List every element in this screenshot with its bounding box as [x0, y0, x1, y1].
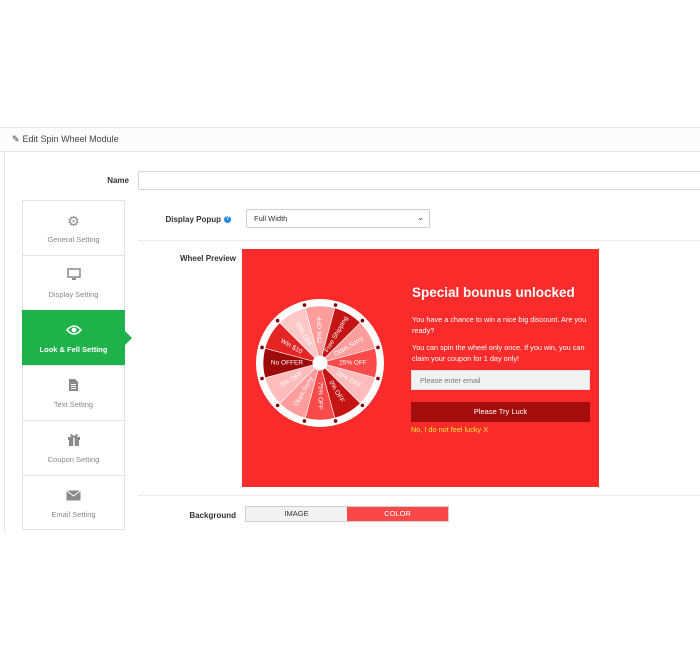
name-input[interactable]	[138, 171, 700, 190]
wheel-peg	[275, 403, 280, 408]
display-popup-value: Full Width	[254, 214, 288, 223]
background-color-option[interactable]: COLOR	[347, 507, 448, 521]
tab-label: Text Setting	[53, 400, 94, 409]
wheel-peg	[275, 318, 280, 323]
wheel-peg	[360, 403, 365, 408]
wheel-peg	[333, 419, 338, 423]
decline-link[interactable]: No, I do not feel lucky X	[411, 425, 488, 434]
wheel-peg	[376, 376, 380, 381]
preview-title: Special bounus unlocked	[412, 285, 575, 300]
background-toggle: IMAGE COLOR	[245, 506, 449, 522]
email-input[interactable]: Please enter email	[411, 370, 590, 390]
preview-text-2: You can spin the wheel only once. If you…	[412, 343, 585, 363]
wheel-peg	[260, 345, 264, 350]
divider	[138, 240, 700, 241]
tab-label: Email Setting	[51, 510, 96, 519]
wheel-peg	[260, 376, 264, 381]
tab-general-setting[interactable]: ⚙ General Setting	[22, 200, 125, 255]
tab-text-setting[interactable]: Text Setting	[22, 365, 125, 420]
panel-body: Name ⚙ General Setting Display Setting L…	[4, 152, 700, 533]
wheel-segment-label: 75% OFF	[317, 316, 324, 344]
preview-text-1: You have a chance to win a nice big disc…	[412, 315, 587, 335]
gear-icon: ⚙	[67, 213, 80, 229]
wheel-peg	[360, 318, 365, 323]
wheel-peg	[302, 303, 307, 307]
help-icon[interactable]: ?	[224, 216, 231, 224]
wheel-peg	[302, 419, 307, 423]
try-luck-button[interactable]: Please Try Luck	[411, 402, 590, 422]
wheel-peg	[376, 345, 380, 350]
display-popup-label-text: Display Popup	[165, 215, 221, 224]
chevron-down-icon: ⌄	[417, 213, 424, 222]
wheel-preview-popup: Free Shipping Opps,Sorry 25% OFF 10% OFF 0% …	[242, 249, 599, 487]
tab-coupon-setting[interactable]: Coupon Setting	[22, 420, 125, 475]
panel-title-text: Edit Spin Wheel Module	[22, 134, 119, 144]
tab-label: Display Setting	[48, 290, 99, 299]
pencil-icon: ✎	[12, 134, 20, 144]
wheel-segment-label: 25% OFF	[339, 360, 367, 367]
display-popup-select[interactable]: Full Width ⌄	[246, 209, 430, 228]
tab-look-feel-setting[interactable]: Look & Fell Setting	[22, 310, 132, 365]
eye-icon	[23, 323, 124, 339]
background-label: Background	[189, 511, 236, 520]
edit-module-panel: ✎ Edit Spin Wheel Module Name ⚙ General S…	[0, 127, 700, 533]
panel-header: ✎ Edit Spin Wheel Module	[0, 127, 700, 152]
background-image-option[interactable]: IMAGE	[246, 507, 347, 521]
settings-tabs: ⚙ General Setting Display Setting Look &…	[22, 200, 132, 530]
document-icon	[23, 378, 124, 395]
tab-display-setting[interactable]: Display Setting	[22, 255, 125, 310]
wheel-segment-label: 75% OFF	[316, 382, 323, 410]
wheel-peg	[333, 303, 338, 307]
name-label: Name	[107, 176, 129, 185]
tab-label: Look & Fell Setting	[39, 345, 108, 354]
wheel-center	[312, 355, 328, 371]
envelope-icon	[23, 488, 124, 504]
panel-title: ✎ Edit Spin Wheel Module	[12, 134, 119, 145]
tab-email-setting[interactable]: Email Setting	[22, 475, 125, 530]
wheel-segment-label: No OFFER	[271, 360, 303, 367]
display-popup-label: Display Popup?	[135, 215, 231, 224]
wheel-preview-label: Wheel Preview	[179, 254, 236, 263]
tab-label: General Setting	[47, 235, 100, 244]
tab-label: Coupon Setting	[47, 455, 100, 464]
divider	[138, 495, 700, 496]
gift-icon	[23, 433, 124, 449]
monitor-icon	[23, 268, 124, 284]
spin-wheel[interactable]: Free ShippingOpps,Sorry25% OFF10% OFF0% …	[254, 287, 386, 439]
